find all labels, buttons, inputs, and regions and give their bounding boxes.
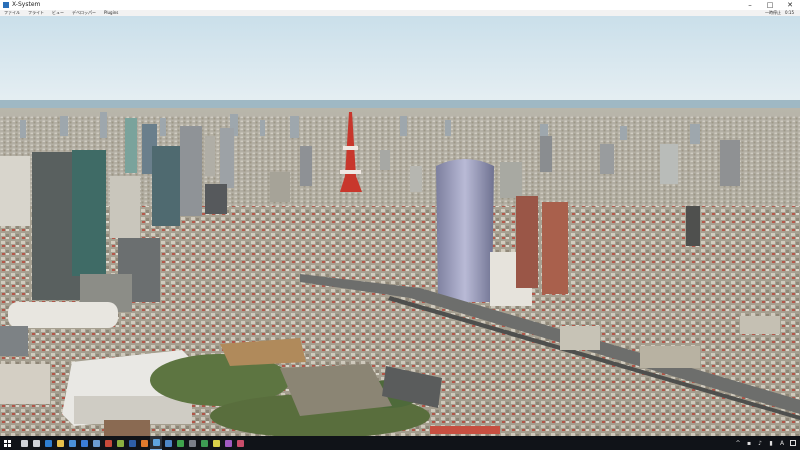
edge-icon[interactable] bbox=[42, 436, 54, 450]
battery-icon[interactable]: ▮ bbox=[768, 440, 774, 447]
simulator-viewport[interactable] bbox=[0, 16, 800, 436]
system-tray: ^ ▪ ♪ ▮ A bbox=[735, 436, 796, 450]
app-icon[interactable] bbox=[210, 436, 222, 450]
app-icon[interactable] bbox=[138, 436, 150, 450]
mail-icon[interactable] bbox=[78, 436, 90, 450]
app-icon[interactable] bbox=[90, 436, 102, 450]
store-icon[interactable] bbox=[66, 436, 78, 450]
task-view-icon[interactable] bbox=[30, 436, 42, 450]
windows-start-icon[interactable] bbox=[0, 436, 14, 450]
app-icon[interactable] bbox=[186, 436, 198, 450]
close-icon[interactable]: ✕ bbox=[783, 0, 797, 10]
aerial-city-scene bbox=[0, 16, 800, 436]
network-icon[interactable]: ▪ bbox=[746, 440, 752, 447]
chevron-up-icon[interactable]: ^ bbox=[735, 440, 741, 447]
app-icon[interactable] bbox=[114, 436, 126, 450]
app-icon[interactable] bbox=[162, 436, 174, 450]
window-titlebar: X-System – □ ✕ bbox=[0, 0, 800, 10]
app-icon[interactable] bbox=[234, 436, 246, 450]
app-logo-icon bbox=[3, 2, 9, 8]
chrome-icon[interactable] bbox=[198, 436, 210, 450]
windows-taskbar bbox=[0, 436, 800, 450]
xplane-icon[interactable] bbox=[150, 436, 162, 450]
maximize-icon[interactable]: □ bbox=[763, 0, 777, 10]
app-icon[interactable] bbox=[102, 436, 114, 450]
app-icon[interactable] bbox=[174, 436, 186, 450]
minimize-icon[interactable]: – bbox=[743, 0, 757, 10]
taskbar-app-list bbox=[18, 436, 246, 450]
folder-icon[interactable] bbox=[54, 436, 66, 450]
app-icon[interactable] bbox=[222, 436, 234, 450]
ime-icon[interactable]: A bbox=[779, 440, 785, 447]
window-title: X-System bbox=[12, 1, 41, 8]
app-icon[interactable] bbox=[126, 436, 138, 450]
search-icon[interactable] bbox=[18, 436, 30, 450]
notification-icon[interactable] bbox=[790, 440, 796, 446]
speaker-icon[interactable]: ♪ bbox=[757, 440, 763, 447]
